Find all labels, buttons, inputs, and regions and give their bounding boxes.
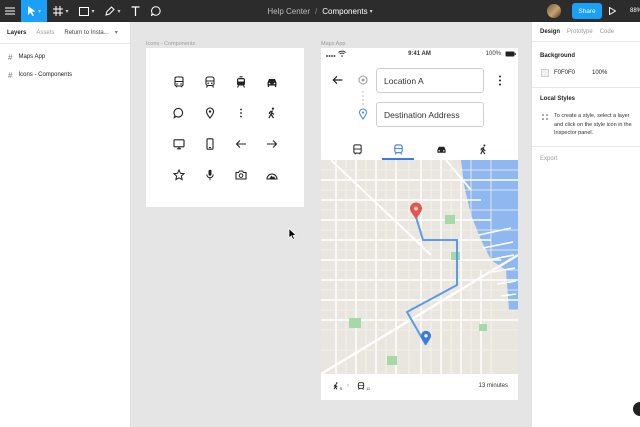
- left-panel-tabs: Layers Assets Return to Insta... ▾: [0, 22, 130, 44]
- eta-label: 13 minutes: [478, 383, 508, 389]
- inspector-panel: Design Prototype Code Background F0F0F0 …: [531, 22, 640, 427]
- share-button[interactable]: Share: [572, 3, 602, 19]
- microphone-icon[interactable]: [204, 169, 216, 181]
- layer-item-icons-components[interactable]: # Icons - Components: [0, 66, 130, 84]
- bus-icon[interactable]: [173, 76, 185, 88]
- tab-prototype[interactable]: Prototype: [567, 29, 593, 35]
- divider: [532, 146, 640, 147]
- arrow-left-icon[interactable]: [332, 75, 343, 85]
- tab-design[interactable]: Design: [540, 29, 560, 35]
- car-icon[interactable]: [266, 76, 278, 88]
- battery-percentage: 100%: [485, 51, 501, 57]
- frame-icon: #: [8, 70, 13, 80]
- chevron-down-icon[interactable]: ▾: [115, 29, 118, 36]
- car-icon: [436, 146, 446, 153]
- play-icon: [609, 7, 616, 15]
- destination-pin-icon: [358, 108, 368, 120]
- chevron-right-icon: ›: [347, 383, 349, 389]
- background-section-title: Background: [540, 53, 576, 59]
- more-vertical-icon[interactable]: [498, 75, 502, 86]
- divider: [532, 87, 640, 88]
- background-opacity-input[interactable]: 100%: [592, 70, 607, 76]
- more-vertical-icon[interactable]: [235, 107, 247, 119]
- star-icon[interactable]: [173, 169, 185, 181]
- inspector-tabs: Design Prototype Code: [532, 22, 640, 42]
- origin-input[interactable]: Location A: [376, 68, 484, 93]
- return-to-instance-button[interactable]: Return to Insta...: [64, 30, 108, 36]
- arrow-left-icon[interactable]: [235, 138, 247, 150]
- chevron-down-icon[interactable]: ▾: [370, 8, 373, 15]
- local-styles-hint: To create a style, select a layer and cl…: [554, 113, 632, 136]
- layer-item-maps-app[interactable]: # Maps App: [0, 48, 130, 66]
- top-toolbar: ▾ ▾ ▾ ▾ Help Center / Components ▾ Share…: [0, 0, 640, 22]
- maps-frame-label[interactable]: Maps App: [321, 41, 345, 47]
- design-canvas[interactable]: Icons - Components Maps App 9:41 AM 100%…: [131, 22, 531, 427]
- chat-bubble-icon[interactable]: [173, 107, 185, 119]
- layer-label: Maps App: [18, 54, 46, 60]
- icons-frame-label[interactable]: Icons - Components: [146, 41, 195, 47]
- tab-car[interactable]: [421, 138, 461, 160]
- layer-label: Icons - Components: [18, 72, 73, 78]
- style-grid-icon: [542, 114, 548, 120]
- zoom-level[interactable]: 88%: [630, 0, 640, 22]
- train-icon[interactable]: [204, 76, 216, 88]
- help-button[interactable]: [633, 402, 640, 416]
- frame-icon: #: [8, 52, 13, 62]
- status-bar: 9:41 AM 100%: [321, 48, 518, 62]
- background-color-swatch[interactable]: [541, 69, 549, 77]
- tab-walk[interactable]: [463, 138, 503, 160]
- tab-bus[interactable]: [337, 138, 377, 160]
- tab-train[interactable]: [378, 138, 418, 160]
- route-dots-icon: [362, 91, 364, 105]
- train-icon: [393, 143, 403, 155]
- walk-minutes: 5: [340, 386, 343, 391]
- landscape-icon[interactable]: [266, 169, 278, 181]
- local-styles-title: Local Styles: [540, 96, 576, 102]
- origin-circle-icon: [358, 75, 368, 85]
- tab-assets[interactable]: Assets: [36, 30, 54, 36]
- project-name-link[interactable]: Help Center: [267, 7, 310, 16]
- map-view[interactable]: [321, 160, 518, 374]
- camera-icon[interactable]: [235, 169, 247, 181]
- battery-icon: [505, 51, 516, 57]
- origin-map-pin-icon[interactable]: [409, 202, 423, 220]
- present-button[interactable]: [609, 0, 616, 22]
- avatar[interactable]: [547, 4, 561, 18]
- export-section-title[interactable]: Export: [540, 156, 557, 162]
- tab-layers[interactable]: Layers: [7, 30, 26, 36]
- transport-mode-tabs: [321, 138, 518, 160]
- icons-components-frame[interactable]: [146, 48, 304, 207]
- tab-code[interactable]: Code: [600, 29, 614, 35]
- walk-icon: [333, 382, 338, 390]
- train-minutes: 11: [366, 386, 371, 391]
- location-pin-icon[interactable]: [204, 107, 216, 119]
- destination-input[interactable]: Destination Address: [376, 102, 484, 127]
- train-icon: [357, 382, 365, 390]
- bus-icon: [352, 143, 362, 154]
- phone-icon[interactable]: [204, 138, 216, 150]
- walk-icon: [479, 143, 486, 154]
- walk-icon[interactable]: [266, 107, 278, 119]
- mouse-cursor-icon: [288, 228, 297, 240]
- layers-panel: Layers Assets Return to Insta... ▾ # Map…: [0, 22, 131, 427]
- maps-app-frame[interactable]: 9:41 AM 100% Location A Destination Addr…: [321, 48, 518, 400]
- destination-map-pin-icon[interactable]: [420, 330, 432, 346]
- file-name[interactable]: Components: [322, 7, 367, 16]
- desktop-icon[interactable]: [173, 138, 185, 150]
- breadcrumb-separator: /: [315, 6, 318, 16]
- route-summary-bar[interactable]: 5 › 11 13 minutes: [321, 374, 518, 400]
- arrow-right-icon[interactable]: [266, 138, 278, 150]
- file-breadcrumb: Help Center / Components ▾: [0, 0, 640, 22]
- tram-icon[interactable]: [235, 76, 247, 88]
- background-hex-input[interactable]: F0F0F0: [554, 70, 575, 76]
